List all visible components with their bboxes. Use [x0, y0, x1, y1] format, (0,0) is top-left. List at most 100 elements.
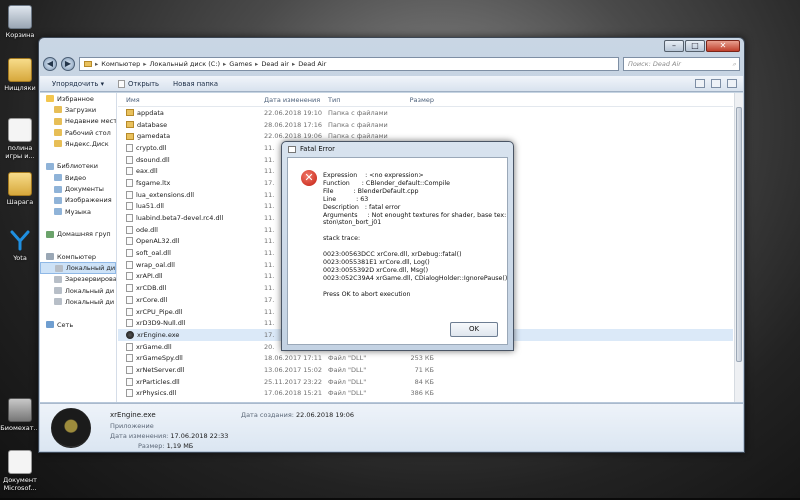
file-icon [126, 155, 133, 164]
breadcrumb-separator[interactable]: ▸ [143, 60, 146, 68]
breadcrumb-separator[interactable]: ▸ [255, 60, 258, 68]
help-icon[interactable] [727, 79, 737, 88]
exe-icon [126, 330, 134, 339]
file-icon [126, 319, 133, 328]
file-row[interactable]: appdata 22.06.2018 19:10 Папка с файлами [118, 107, 733, 119]
desktop-icon[interactable]: полина игры и... [0, 118, 40, 160]
nav-item[interactable]: Компьютер [40, 251, 116, 262]
close-button[interactable]: ✕ [706, 40, 740, 52]
folder-icon [126, 109, 134, 117]
file-row[interactable]: xrParticles.dll 25.11.2017 23:22 Файл "DLL… [118, 376, 733, 388]
nav-item-label: Сеть [57, 320, 74, 329]
file-name-cell: luabind.beta7-devel.rc4.dll [118, 214, 262, 223]
file-icon [126, 225, 133, 234]
folder-icon [84, 61, 92, 67]
nav-item[interactable]: Музыка [40, 206, 116, 217]
nav-item[interactable]: Локальный ди [40, 285, 116, 296]
breadcrumb-separator[interactable]: ▸ [95, 60, 98, 68]
ok-button[interactable]: OK [450, 322, 498, 337]
maximize-button[interactable]: □ [685, 40, 705, 52]
breadcrumb-item[interactable]: Dead Air [298, 60, 326, 68]
breadcrumb-item[interactable]: Dead air [261, 60, 289, 68]
file-icon [126, 354, 133, 363]
file-name-cell: xrPhysics.dll [118, 389, 262, 398]
nav-item[interactable]: Изображения [40, 195, 116, 206]
breadcrumb-item[interactable]: Локальный диск (C:) [150, 60, 221, 68]
file-name: database [137, 120, 168, 129]
nav-item[interactable]: Загрузки [40, 104, 116, 115]
organize-menu[interactable]: Упорядочить ▾ [52, 80, 104, 88]
nav-item-label: Яндекс.Диск [65, 139, 109, 148]
file-name-cell: wrap_oal.dll [118, 260, 262, 269]
nav-item[interactable]: Видео [40, 172, 116, 183]
file-type: Файл "DLL" [328, 354, 367, 363]
file-icon [126, 284, 133, 293]
nav-item[interactable]: Локальный ди [40, 262, 116, 274]
column-date[interactable]: Дата изменения [262, 96, 328, 104]
folder-icon [54, 106, 62, 114]
file-row[interactable]: xrNetServer.dll 13.06.2017 15:02 Файл "DLL… [118, 364, 733, 376]
nav-item[interactable]: Домашняя груп [40, 229, 116, 240]
window-controls: – □ ✕ [664, 40, 740, 52]
file-row[interactable]: xrPhysics.dll 17.06.2018 15:21 Файл "DLL" 3… [118, 388, 733, 400]
nav-item[interactable]: Сеть [40, 319, 116, 330]
desktop-icon-label: Шарага [6, 198, 34, 206]
breadcrumb-separator[interactable]: ▸ [223, 60, 226, 68]
nav-item[interactable]: Локальный ди [40, 296, 116, 307]
desktop-icon[interactable]: Шарага [0, 172, 40, 206]
desktop-icon[interactable]: Документ Microsof... [0, 450, 40, 492]
file-name-cell: xrParticles.dll [118, 377, 262, 386]
desktop-icon[interactable]: Корзина [0, 5, 40, 39]
nav-item[interactable]: Документы [40, 183, 116, 194]
file-name-cell: lua_extensions.dll [118, 190, 262, 199]
column-size[interactable]: Размер [394, 96, 434, 104]
column-name[interactable]: Имя [118, 96, 262, 104]
file-name-cell: xrGameSpy.dll [118, 354, 262, 363]
column-type[interactable]: Тип [328, 96, 394, 104]
details-modified: Дата изменения: 17.06.2018 22:33 [110, 432, 228, 440]
file-row[interactable]: database 28.06.2018 17:16 Папка с файлами [118, 119, 733, 131]
desktop-icon[interactable]: Биомехат... [0, 398, 40, 432]
preview-pane-icon[interactable] [711, 79, 721, 88]
file-date: 22.06.2018 19:10 [264, 108, 323, 117]
nav-item-label: Локальный ди [66, 264, 116, 273]
desktop-icon[interactable]: Нищляки [0, 58, 40, 92]
file-size: 71 КБ [414, 365, 434, 374]
nav-item[interactable]: Избранное [40, 93, 116, 104]
file-icon [126, 237, 133, 246]
view-options-icon[interactable] [695, 79, 705, 88]
nav-item[interactable]: Зарезервирован [40, 274, 116, 285]
nav-item[interactable]: Библиотеки [40, 161, 116, 172]
nav-item-label: Недавние мест [65, 117, 117, 126]
address-bar[interactable]: ▸ Компьютер ▸ Локальный диск (C:) ▸ Games ▸ Dea… [79, 57, 619, 71]
file-row[interactable]: xrGameSpy.dll 18.06.2017 17:11 Файл "DLL" 2… [118, 352, 733, 364]
drive-icon [54, 287, 62, 295]
vertical-scrollbar[interactable] [734, 93, 743, 402]
open-icon [117, 79, 125, 88]
new-folder-button[interactable]: Новая папка [173, 80, 218, 88]
open-button[interactable]: Открыть [117, 79, 159, 88]
breadcrumb-item[interactable]: Компьютер [101, 60, 140, 68]
forward-button[interactable]: ▶ [61, 57, 75, 71]
minimize-button[interactable]: – [664, 40, 684, 52]
desktop-icon-label: Корзина [5, 31, 35, 39]
nav-item-label: Изображения [65, 196, 112, 205]
scrollbar-thumb[interactable] [736, 107, 742, 362]
breadcrumb-item[interactable]: Games [229, 60, 252, 68]
back-button[interactable]: ◀ [43, 57, 57, 71]
breadcrumb-separator[interactable]: ▸ [292, 60, 295, 68]
nav-item[interactable]: Рабочий стол [40, 127, 116, 138]
details-file-name: xrEngine.exe [110, 411, 156, 419]
nav-item[interactable]: Яндекс.Диск [40, 138, 116, 149]
file-name: wrap_oal.dll [136, 260, 175, 269]
file-name-cell: xrD3D9-Null.dll [118, 319, 262, 328]
details-created: Дата создания: 22.06.2018 19:06 [241, 411, 354, 419]
file-size: 253 КБ [410, 354, 434, 363]
file-date: 17.06.2018 15:21 [264, 389, 323, 398]
nav-item[interactable]: Недавние мест [40, 116, 116, 127]
error-icon: ✕ [301, 170, 317, 186]
desktop-icon[interactable]: Yota [0, 228, 40, 262]
dialog-title: Fatal Error [300, 145, 335, 153]
library-icon [54, 185, 62, 193]
search-input[interactable]: Поиск: Dead Air ⌕ [623, 57, 740, 71]
